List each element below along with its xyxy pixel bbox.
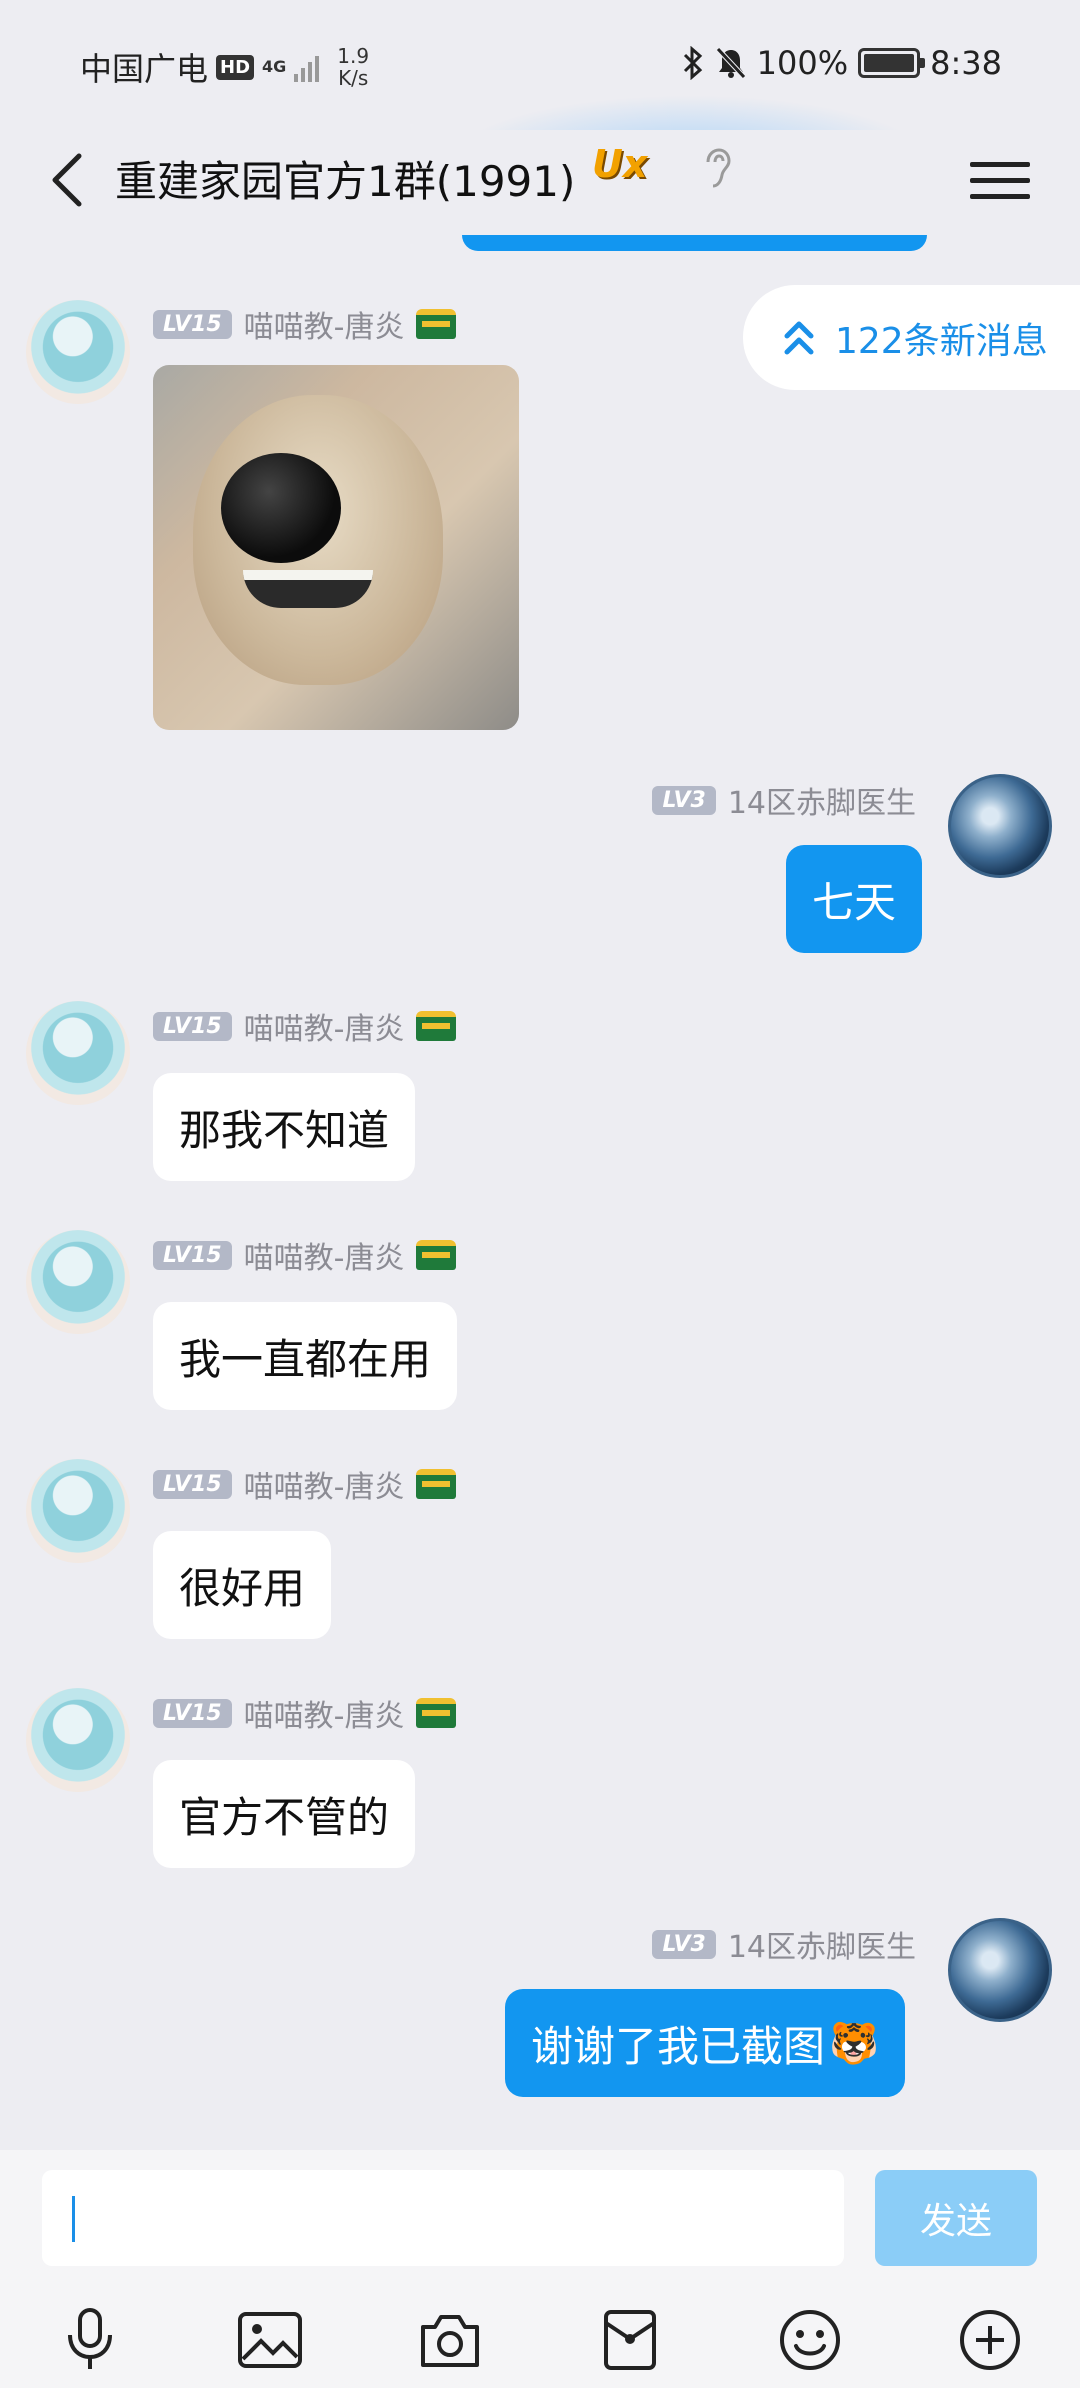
sender-name[interactable]: 14区赤脚医生 bbox=[728, 1922, 916, 1966]
message-text: 官方不管的 bbox=[179, 1792, 390, 1842]
dog-nose bbox=[221, 453, 341, 563]
sender-name[interactable]: 喵喵教-唐炎 bbox=[244, 302, 405, 346]
message-meta: LV15 喵喵教-唐炎 bbox=[153, 1233, 457, 1277]
camera-icon[interactable] bbox=[405, 2295, 495, 2385]
group-badge: Ux bbox=[592, 142, 648, 186]
sender-name[interactable]: 喵喵教-唐炎 bbox=[244, 1691, 405, 1735]
message-meta: LV15 喵喵教-唐炎 bbox=[153, 302, 457, 346]
message-bubble-in[interactable]: 很好用 bbox=[153, 1531, 332, 1639]
chat-title[interactable]: 重建家园官方1群(1991) bbox=[115, 148, 575, 209]
hd-icon: HD bbox=[216, 54, 255, 80]
message-bubble-in[interactable]: 我一直都在用 bbox=[153, 1302, 458, 1410]
avatar[interactable] bbox=[26, 1230, 130, 1334]
signal-icon bbox=[294, 52, 320, 82]
status-left: 中国广电 HD 4G 1.9 K/s bbox=[80, 44, 369, 90]
image-icon[interactable] bbox=[225, 2295, 315, 2385]
sender-name[interactable]: 喵喵教-唐炎 bbox=[244, 1004, 405, 1048]
train-icon bbox=[416, 1469, 457, 1499]
menu-button[interactable] bbox=[970, 145, 1030, 215]
network-type: 4G bbox=[262, 57, 287, 76]
level-badge: LV15 bbox=[153, 1011, 232, 1041]
avatar[interactable] bbox=[26, 1688, 130, 1792]
previous-bubble-edge bbox=[462, 235, 927, 251]
menu-line bbox=[970, 193, 1030, 199]
battery-icon bbox=[858, 48, 926, 78]
mute-bell-icon bbox=[715, 47, 746, 79]
input-toolbar bbox=[0, 2295, 1080, 2385]
back-arrow-icon bbox=[52, 153, 82, 207]
chat-header: 重建家园官方1群(1991) Ux bbox=[0, 130, 1080, 235]
text-caret bbox=[72, 2196, 75, 2242]
avatar[interactable] bbox=[26, 1459, 130, 1563]
train-icon bbox=[416, 1698, 457, 1728]
message-meta: LV15 喵喵教-唐炎 bbox=[153, 1462, 457, 1506]
sender-name[interactable]: 14区赤脚医生 bbox=[728, 778, 916, 822]
clock: 8:38 bbox=[930, 44, 1002, 82]
level-badge: LV15 bbox=[153, 1240, 232, 1270]
level-badge: LV3 bbox=[652, 785, 716, 815]
level-badge: LV15 bbox=[153, 309, 232, 339]
sender-name[interactable]: 喵喵教-唐炎 bbox=[244, 1233, 405, 1277]
message-text: 我一直都在用 bbox=[179, 1334, 432, 1384]
bluetooth-icon bbox=[683, 46, 702, 80]
new-messages-button[interactable]: 122条新消息 bbox=[743, 285, 1080, 390]
tiger-emoji-icon: 🐯 bbox=[829, 2020, 879, 2067]
input-area: 发送 bbox=[0, 2150, 1080, 2388]
message-input[interactable] bbox=[42, 2170, 844, 2266]
avatar-self[interactable] bbox=[948, 1918, 1052, 2022]
message-meta: LV3 14区赤脚医生 bbox=[652, 778, 916, 822]
battery-percent: 100% bbox=[756, 44, 849, 82]
train-icon bbox=[416, 1011, 457, 1041]
train-icon bbox=[416, 1240, 457, 1270]
image-message[interactable] bbox=[153, 365, 519, 730]
avatar-self[interactable] bbox=[948, 774, 1052, 878]
message-text: 谢谢了我已截图 bbox=[531, 2021, 826, 2071]
double-chevron-up-icon bbox=[784, 321, 814, 354]
sender-name[interactable]: 喵喵教-唐炎 bbox=[244, 1462, 405, 1506]
message-meta: LV15 喵喵教-唐炎 bbox=[153, 1691, 457, 1735]
menu-line bbox=[970, 177, 1030, 183]
message-meta: LV3 14区赤脚医生 bbox=[652, 1922, 916, 1966]
dog-mouth bbox=[243, 570, 373, 608]
send-button[interactable]: 发送 bbox=[875, 2170, 1037, 2266]
avatar[interactable] bbox=[26, 1001, 130, 1105]
avatar[interactable] bbox=[26, 300, 130, 404]
message-text: 那我不知道 bbox=[179, 1105, 390, 1155]
level-badge: LV3 bbox=[652, 1929, 716, 1959]
plus-icon[interactable] bbox=[945, 2295, 1035, 2385]
speed-value: 1.9 bbox=[337, 44, 370, 68]
speed-unit: K/s bbox=[338, 66, 369, 90]
menu-line bbox=[970, 161, 1030, 167]
red-packet-icon[interactable] bbox=[585, 2295, 675, 2385]
message-bubble-in[interactable]: 那我不知道 bbox=[153, 1073, 416, 1181]
message-bubble-out[interactable]: 七天 bbox=[786, 845, 923, 953]
emoji-icon[interactable] bbox=[765, 2295, 855, 2385]
network-speed: 1.9 K/s bbox=[337, 45, 369, 89]
message-bubble-in[interactable]: 官方不管的 bbox=[153, 1760, 416, 1868]
level-badge: LV15 bbox=[153, 1698, 232, 1728]
microphone-icon[interactable] bbox=[45, 2295, 135, 2385]
new-messages-label: 122条新消息 bbox=[835, 320, 1048, 362]
message-text: 很好用 bbox=[179, 1563, 306, 1613]
message-text: 七天 bbox=[812, 877, 897, 927]
level-badge: LV15 bbox=[153, 1469, 232, 1499]
train-icon bbox=[416, 309, 457, 339]
carrier-name: 中国广电 bbox=[80, 50, 209, 88]
message-bubble-out[interactable]: 谢谢了我已截图 🐯 bbox=[505, 1989, 905, 2097]
back-button[interactable] bbox=[36, 140, 96, 220]
message-meta: LV15 喵喵教-唐炎 bbox=[153, 1004, 457, 1048]
ear-icon[interactable] bbox=[704, 148, 732, 200]
status-right: 100% 8:38 bbox=[681, 44, 1002, 82]
